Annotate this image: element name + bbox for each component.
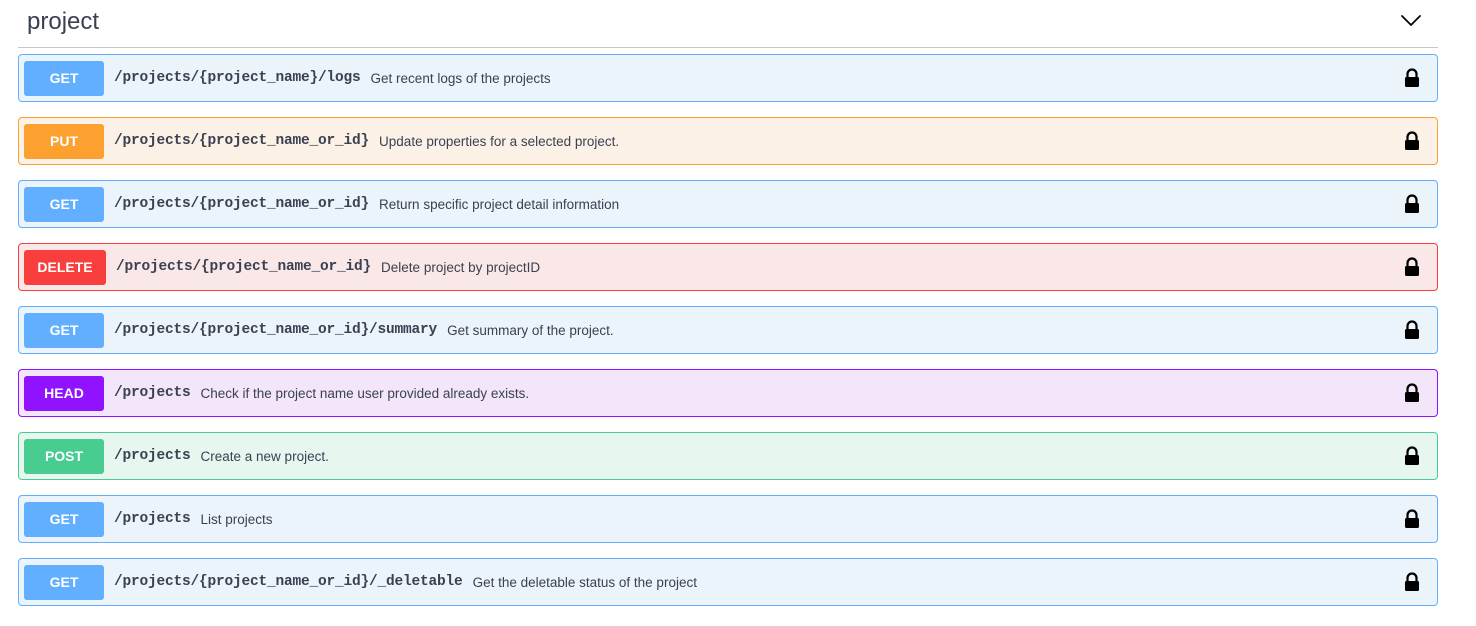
operation-summary: Get summary of the project.: [447, 322, 614, 338]
lock-icon[interactable]: [1404, 572, 1420, 592]
operation-summary: List projects: [200, 511, 273, 527]
operation-summary: Update properties for a selected project…: [379, 133, 620, 149]
operation-summary: Delete project by projectID: [381, 259, 541, 275]
project-tag-header[interactable]: project: [18, 0, 1438, 48]
lock-icon[interactable]: [1404, 131, 1420, 151]
operation-delete-project[interactable]: DELETE /projects/{project_name_or_id} De…: [18, 243, 1438, 291]
operation-path: /projects: [114, 511, 191, 527]
method-badge: POST: [24, 438, 104, 474]
method-badge: GET: [24, 564, 104, 600]
operation-get-projects[interactable]: GET /projects List projects: [18, 495, 1438, 543]
operation-summary: Get the deletable status of the project: [472, 574, 697, 590]
tag-title: project: [27, 7, 100, 35]
method-badge: GET: [24, 501, 104, 537]
operation-summary: Return specific project detail informati…: [379, 196, 620, 212]
operation-get-project-deletable[interactable]: GET /projects/{project_name_or_id}/_dele…: [18, 558, 1438, 606]
method-badge: GET: [24, 186, 104, 222]
operation-path: /projects/{project_name_or_id}: [114, 133, 370, 149]
operation-summary: Check if the project name user provided …: [200, 385, 530, 401]
chevron-down-icon[interactable]: [1400, 14, 1422, 28]
project-tag-section: project GET /projects/{project_name}/log…: [18, 0, 1438, 606]
operation-path: /projects/{project_name_or_id}/summary: [114, 322, 438, 338]
method-badge: HEAD: [24, 375, 104, 411]
operation-get-project[interactable]: GET /projects/{project_name_or_id} Retur…: [18, 180, 1438, 228]
lock-icon[interactable]: [1404, 446, 1420, 466]
method-badge: GET: [24, 60, 104, 96]
method-badge: PUT: [24, 123, 104, 159]
method-badge: DELETE: [24, 249, 106, 285]
lock-icon[interactable]: [1404, 257, 1420, 277]
operation-get-project-logs[interactable]: GET /projects/{project_name}/logs Get re…: [18, 54, 1438, 102]
operation-path: /projects/{project_name_or_id}/_deletabl…: [114, 574, 463, 590]
operation-summary: Get recent logs of the projects: [370, 70, 551, 86]
operation-path: /projects: [114, 448, 191, 464]
operation-head-projects[interactable]: HEAD /projects Check if the project name…: [18, 369, 1438, 417]
operations-list: GET /projects/{project_name}/logs Get re…: [18, 54, 1438, 621]
operation-path: /projects/{project_name_or_id}: [116, 259, 372, 275]
operation-put-project[interactable]: PUT /projects/{project_name_or_id} Updat…: [18, 117, 1438, 165]
operation-path: /projects: [114, 385, 191, 401]
operation-summary: Create a new project.: [200, 448, 329, 464]
lock-icon[interactable]: [1404, 194, 1420, 214]
method-badge: GET: [24, 312, 104, 348]
operation-path: /projects/{project_name}/logs: [114, 70, 361, 86]
operation-path: /projects/{project_name_or_id}: [114, 196, 370, 212]
lock-icon[interactable]: [1404, 320, 1420, 340]
operation-post-projects[interactable]: POST /projects Create a new project.: [18, 432, 1438, 480]
lock-icon[interactable]: [1404, 383, 1420, 403]
lock-icon[interactable]: [1404, 509, 1420, 529]
lock-icon[interactable]: [1404, 68, 1420, 88]
operation-get-project-summary[interactable]: GET /projects/{project_name_or_id}/summa…: [18, 306, 1438, 354]
